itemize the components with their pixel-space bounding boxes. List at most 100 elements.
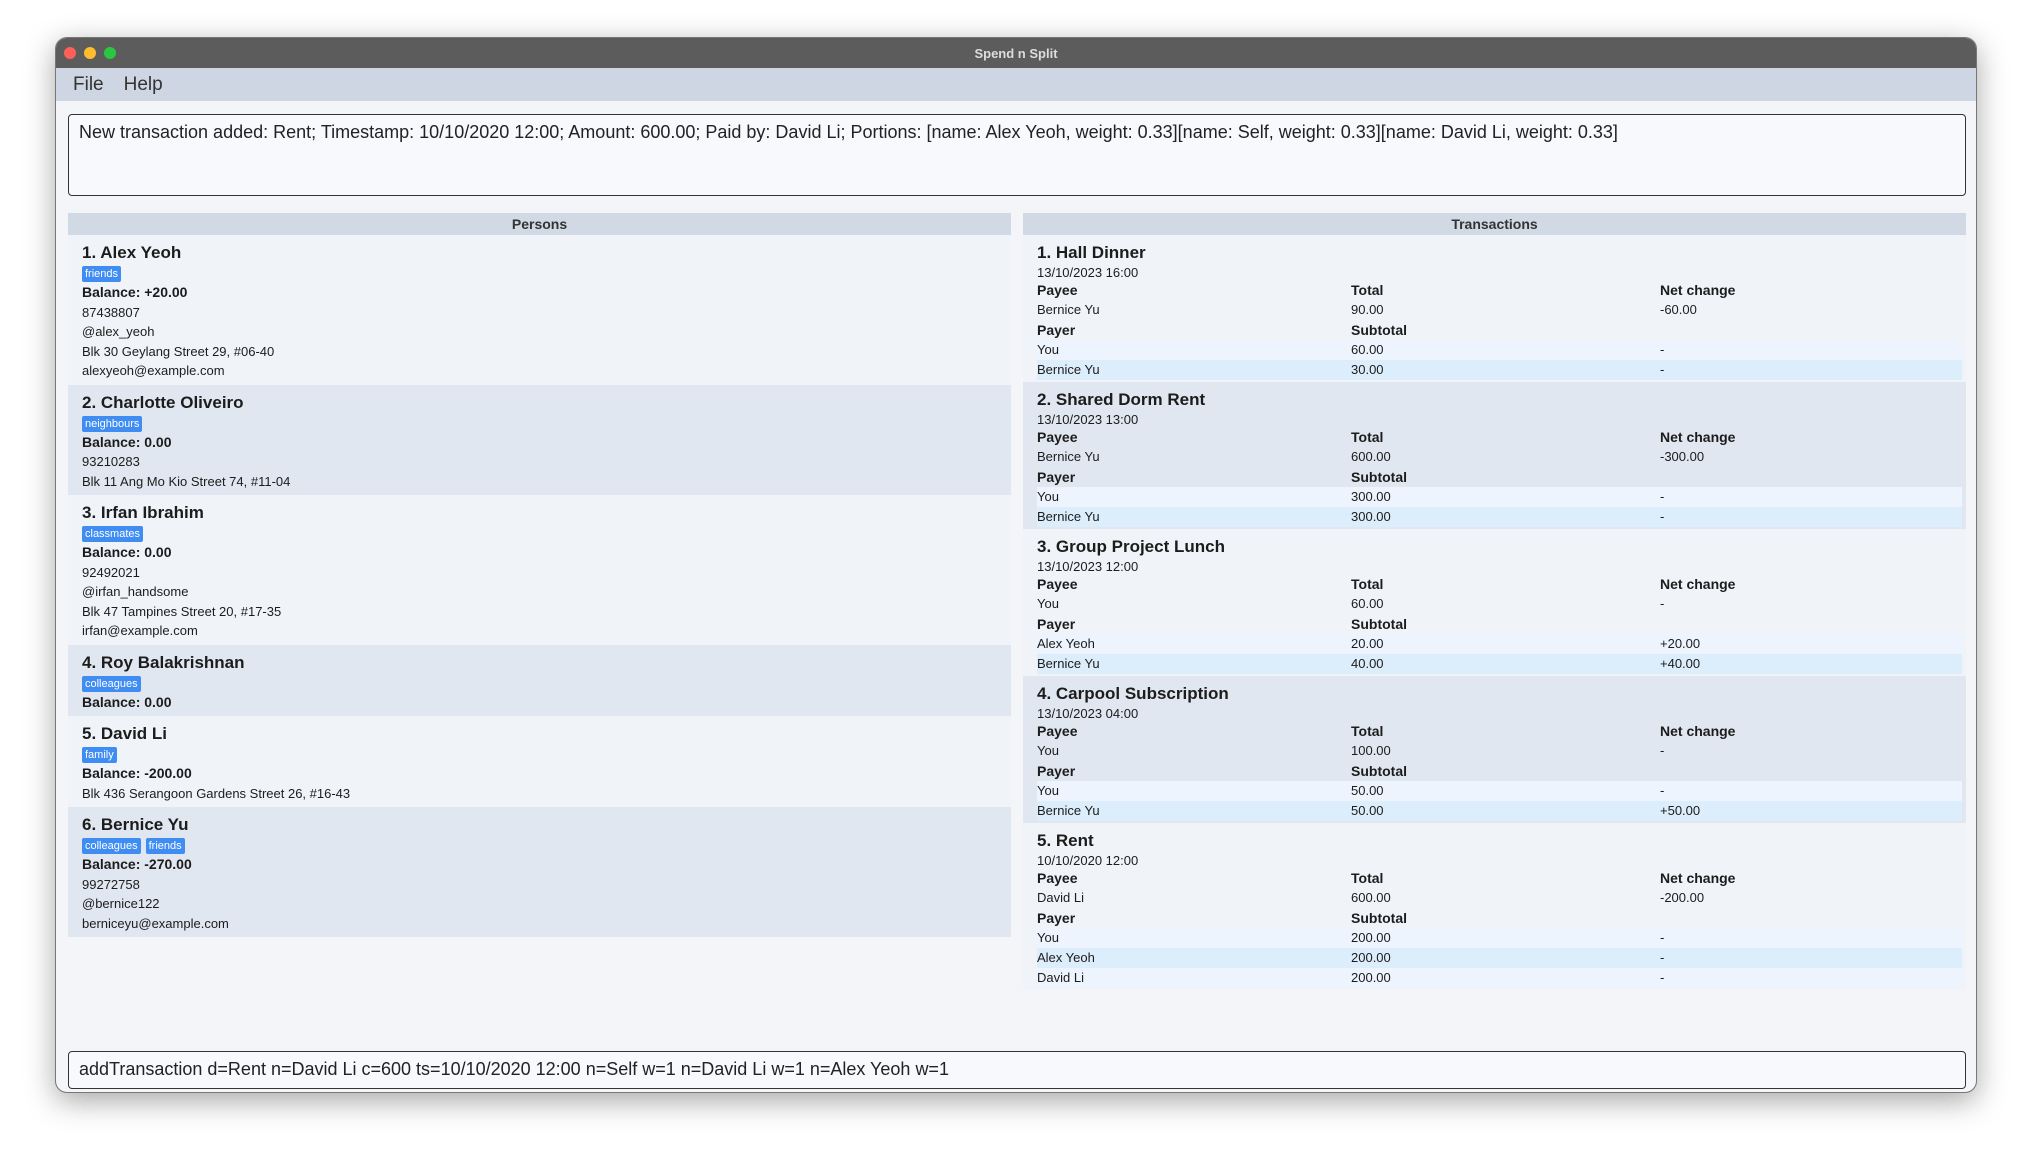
payee-header-row: Payee Total Net change <box>1037 574 1962 594</box>
person-detail: Blk 436 Serangoon Gardens Street 26, #16… <box>82 785 351 801</box>
person-list[interactable]: 1. Alex Yeoh friends Balance: +20.00 874388… <box>68 235 1011 937</box>
payee-cell: Bernice Yu <box>1037 449 1100 464</box>
persons-header: Persons <box>68 213 1011 235</box>
payer-row: Bernice Yu 50.00 +50.00 <box>1037 801 1962 821</box>
column-label: Net change <box>1660 576 1736 592</box>
payer-cell: - <box>1660 509 1665 524</box>
payer-cell: - <box>1660 970 1665 985</box>
person-detail: 87438807 <box>82 304 140 320</box>
payee-header-row: Payee Total Net change <box>1037 721 1962 741</box>
payee-cell: 60.00 <box>1351 596 1384 611</box>
payee-row: Bernice Yu 90.00 -60.00 <box>1037 300 1962 320</box>
payer-cell: Alex Yeoh <box>1037 636 1095 651</box>
payer-cell: You <box>1037 930 1059 945</box>
column-label: Net change <box>1660 429 1736 445</box>
payer-cell: 20.00 <box>1351 636 1384 651</box>
person-detail: berniceyu@example.com <box>82 915 229 931</box>
person-detail: Blk 47 Tampines Street 20, #17-35 <box>82 603 282 619</box>
menu-help[interactable]: Help <box>124 74 163 96</box>
person-name: 3. Irfan Ibrahim <box>82 503 204 522</box>
person-name: 6. Bernice Yu <box>82 815 189 834</box>
payer-cell: Bernice Yu <box>1037 362 1100 377</box>
person-card[interactable]: 3. Irfan Ibrahim classmates Balance: 0.00 9… <box>68 495 1011 645</box>
payer-cell: - <box>1660 362 1665 377</box>
person-name: 4. Roy Balakrishnan <box>82 652 245 672</box>
person-card[interactable]: 4. Roy Balakrishnan colleagues Balance: 0.… <box>68 644 1011 716</box>
payer-cell: Bernice Yu <box>1037 803 1100 818</box>
column-label: Payer <box>1037 322 1076 338</box>
payee-cell: 600.00 <box>1351 890 1391 905</box>
payer-header-row: Payer Subtotal <box>1037 761 1962 781</box>
payee-cell: 100.00 <box>1351 743 1391 758</box>
person-balance: Balance: 0.00 <box>82 693 172 710</box>
column-label: Net change <box>1660 723 1736 739</box>
column-label: Net change <box>1660 870 1736 886</box>
column-label: Payee <box>1037 723 1078 739</box>
payer-cell: 40.00 <box>1351 656 1384 671</box>
transaction-list[interactable]: 1. Hall Dinner 13/10/2023 16:00 Payee Total… <box>1023 235 1966 990</box>
person-detail: 93210283 <box>82 454 140 469</box>
close-button[interactable] <box>64 47 76 59</box>
persons-panel: Persons 1. Alex Yeoh friends Balance: +20.… <box>68 213 1011 937</box>
window-title: Spend n Split <box>974 45 1058 61</box>
transaction-card[interactable]: 4. Carpool Subscription 13/10/2023 04:00 P… <box>1023 676 1966 823</box>
command-input[interactable]: addTransaction d=Rent n=David Li c=600 t… <box>68 1051 1966 1089</box>
transactions-header: Transactions <box>1023 213 1966 235</box>
payer-header-row: Payer Subtotal <box>1037 467 1962 487</box>
payee-cell: 600.00 <box>1351 449 1391 464</box>
person-balance: Balance: +20.00 <box>82 284 188 300</box>
payee-cell: David Li <box>1037 890 1084 905</box>
payee-cell: You <box>1037 743 1059 758</box>
person-card[interactable]: 5. David Li family Balance: -200.00 Blk 436… <box>68 716 1011 807</box>
payer-cell: - <box>1660 950 1665 965</box>
column-label: Payee <box>1037 429 1078 445</box>
person-detail: @alex_yeoh <box>82 324 155 339</box>
column-label: Total <box>1351 429 1384 445</box>
minimize-button[interactable] <box>84 47 96 59</box>
person-detail: Blk 11 Ang Mo Kio Street 74, #11-04 <box>82 473 291 489</box>
column-label: Payer <box>1037 910 1076 926</box>
person-detail: irfan@example.com <box>82 623 198 638</box>
menu-bar: File Help <box>56 68 1976 101</box>
payee-cell: -200.00 <box>1660 890 1705 905</box>
payer-row: You 60.00 - <box>1037 340 1962 360</box>
transaction-card[interactable]: 1. Hall Dinner 13/10/2023 16:00 Payee Total… <box>1023 235 1966 382</box>
transactions-panel: Transactions 1. Hall Dinner 13/10/2023 16… <box>1023 213 1966 990</box>
person-detail: Blk 30 Geylang Street 29, #06-40 <box>82 343 275 359</box>
payer-cell: Bernice Yu <box>1037 509 1100 524</box>
payer-cell: 300.00 <box>1351 509 1391 524</box>
payer-cell: - <box>1660 930 1665 945</box>
payee-cell: 90.00 <box>1351 302 1384 317</box>
payer-cell: David Li <box>1037 970 1084 985</box>
tag-list: colleagues <box>82 675 997 692</box>
tag-badge: colleagues <box>82 838 141 854</box>
payer-row: You 200.00 - <box>1037 928 1962 948</box>
transaction-card[interactable]: 5. Rent 10/10/2020 12:00 Payee Total Net cha… <box>1023 823 1966 990</box>
payer-cell: Bernice Yu <box>1037 656 1100 671</box>
payer-row: Bernice Yu 30.00 - <box>1037 360 1962 380</box>
transaction-card[interactable]: 3. Group Project Lunch 13/10/2023 12:00 Pa… <box>1023 529 1966 676</box>
person-balance: Balance: 0.00 <box>82 544 172 560</box>
tag-badge: family <box>82 747 117 763</box>
payer-cell: 200.00 <box>1351 950 1391 965</box>
payee-header-row: Payee Total Net change <box>1037 427 1962 447</box>
person-balance: Balance: -270.00 <box>82 856 192 872</box>
payer-cell: 300.00 <box>1351 489 1391 504</box>
column-label: Payee <box>1037 870 1078 886</box>
person-card[interactable]: 6. Bernice Yu colleagues friends Balance: -… <box>68 807 1011 937</box>
tag-list: friends <box>82 266 997 282</box>
maximize-button[interactable] <box>104 47 116 59</box>
person-card[interactable]: 1. Alex Yeoh friends Balance: +20.00 874388… <box>68 235 1011 385</box>
transaction-title: 5. Rent <box>1037 831 1094 850</box>
person-detail: 92492021 <box>82 564 140 580</box>
person-balance: Balance: 0.00 <box>82 433 172 450</box>
transaction-timestamp: 13/10/2023 04:00 <box>1037 706 1139 721</box>
payee-row: Bernice Yu 600.00 -300.00 <box>1037 447 1962 467</box>
payee-cell: - <box>1660 596 1665 611</box>
menu-file[interactable]: File <box>73 74 104 96</box>
payee-cell: -300.00 <box>1660 449 1705 464</box>
payer-cell: 60.00 <box>1351 342 1384 357</box>
transaction-timestamp: 13/10/2023 13:00 <box>1037 412 1139 427</box>
transaction-card[interactable]: 2. Shared Dorm Rent 13/10/2023 13:00 Payee… <box>1023 382 1966 529</box>
person-card[interactable]: 2. Charlotte Oliveiro neighbours Balance: … <box>68 384 1011 495</box>
